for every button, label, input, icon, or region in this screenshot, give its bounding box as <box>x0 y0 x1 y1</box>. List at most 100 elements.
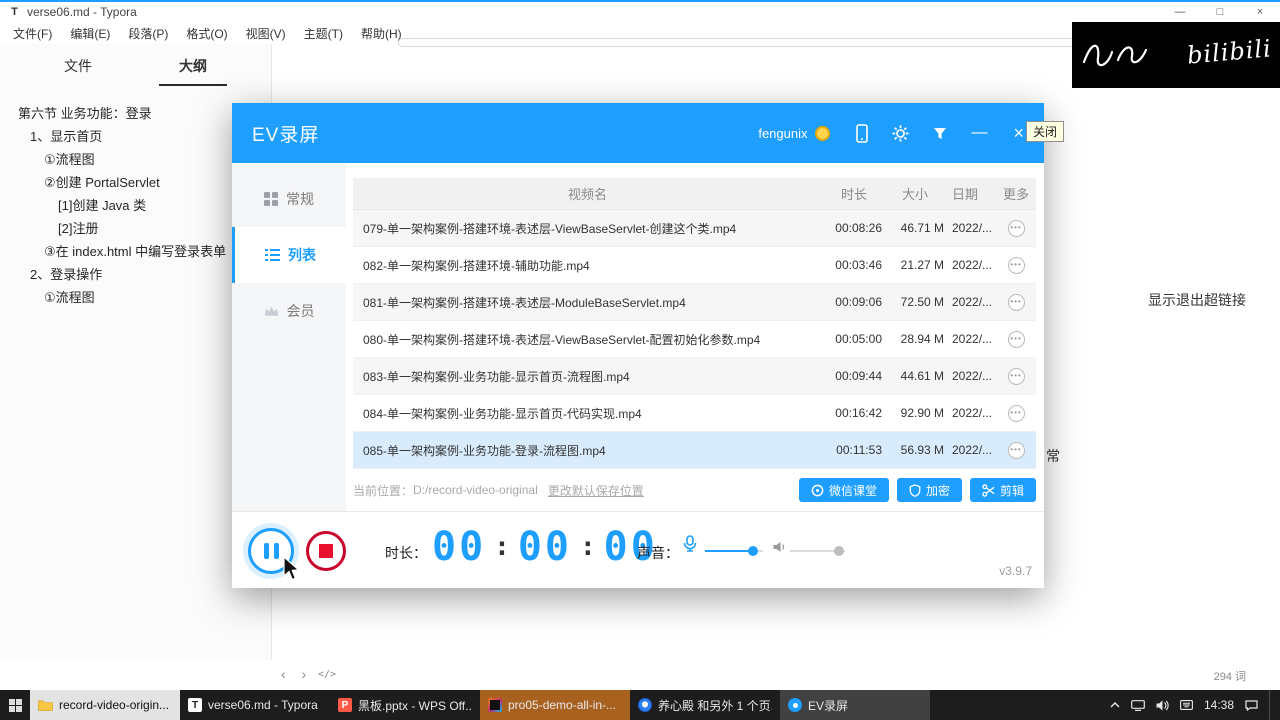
nav-item-member[interactable]: 会员 <box>232 283 346 339</box>
ev-minimize-icon[interactable]: — <box>971 125 987 141</box>
change-location-link[interactable]: 更改默认保存位置 <box>548 482 644 499</box>
outline-item[interactable]: ①流程图 <box>0 286 271 309</box>
speaker-icon[interactable] <box>773 540 786 558</box>
video-date: 2022/... <box>952 332 993 346</box>
sidebar-tabs: 文件 大纲 <box>0 44 271 88</box>
chevron-up-icon[interactable] <box>1110 702 1120 708</box>
col-name-header[interactable]: 视频名 <box>353 184 822 203</box>
outline-item[interactable]: 1、显示首页 <box>0 125 271 148</box>
table-row[interactable]: 084-单一架构案例-业务功能-显示首页-代码实现.mp4 00:16:42 9… <box>353 395 1036 432</box>
intellij-icon <box>488 698 502 712</box>
outline-item[interactable]: [2]注册 <box>0 217 271 240</box>
outline-item[interactable]: ①流程图 <box>0 148 271 171</box>
taskbar-item-ev[interactable]: EV录屏 <box>780 690 930 720</box>
wechat-class-button[interactable]: 微信课堂 <box>798 478 889 502</box>
wps-icon: P <box>338 698 352 712</box>
source-code-mode-icon[interactable]: </> <box>318 669 336 680</box>
table-row[interactable]: 079-单一架构案例-搭建环境-表述层-ViewBaseServlet-创建这个… <box>353 210 1036 247</box>
video-date: 2022/... <box>952 443 993 457</box>
row-more-button[interactable] <box>1007 219 1025 237</box>
video-size: 72.50 M <box>900 295 944 309</box>
col-date-header[interactable]: 日期 <box>944 184 996 203</box>
display-icon[interactable] <box>1131 699 1145 711</box>
row-more-button[interactable] <box>1007 256 1025 274</box>
tab-files[interactable]: 文件 <box>40 56 116 76</box>
timer-colon: : <box>494 532 510 562</box>
menu-paragraph[interactable]: 段落(P) <box>119 25 177 42</box>
table-row[interactable]: 082-单一架构案例-搭建环境-辅助功能.mp4 00:03:46 21.27 … <box>353 247 1036 284</box>
col-duration-header[interactable]: 时长 <box>822 184 886 203</box>
ev-close-icon[interactable]: × <box>1013 124 1024 142</box>
row-more-button[interactable] <box>1007 367 1025 385</box>
menu-file[interactable]: 文件(F) <box>4 25 61 42</box>
outline-item[interactable]: ②创建 PortalServlet <box>0 171 271 194</box>
clock[interactable]: 14:38 <box>1204 698 1234 712</box>
outline-item[interactable]: ③在 index.html 中编写登录表单 <box>0 240 271 263</box>
minimize-icon[interactable]: — <box>1160 2 1200 22</box>
filter-menu-icon[interactable] <box>933 127 947 140</box>
mic-slider-knob[interactable] <box>748 546 758 556</box>
close-icon[interactable]: × <box>1240 2 1280 22</box>
stop-button[interactable] <box>306 531 346 571</box>
volume-icon[interactable] <box>1156 700 1169 711</box>
taskbar-item-typora[interactable]: T verse06.md - Typora <box>180 690 330 720</box>
microphone-icon[interactable] <box>682 535 698 558</box>
menu-view[interactable]: 视图(V) <box>237 25 295 42</box>
outline-item[interactable]: [1]创建 Java 类 <box>0 194 271 217</box>
nav-item-general[interactable]: 常规 <box>232 171 346 227</box>
speaker-slider-knob[interactable] <box>834 546 844 556</box>
video-size: 21.27 M <box>900 258 944 272</box>
table-row[interactable]: 083-单一架构案例-业务功能-显示首页-流程图.mp4 00:09:44 44… <box>353 358 1036 395</box>
video-name: 085-单一架构案例-业务功能-登录-流程图.mp4 <box>363 443 606 458</box>
coin-avatar-icon[interactable] <box>815 125 831 141</box>
menu-theme[interactable]: 主题(T) <box>295 25 352 42</box>
row-more-button[interactable] <box>1007 330 1025 348</box>
start-button[interactable] <box>0 690 30 720</box>
row-more-button[interactable] <box>1007 441 1025 459</box>
history-nav-icons[interactable]: ‹ › <box>281 666 312 682</box>
maximize-icon[interactable]: □ <box>1200 2 1240 22</box>
taskbar-item-label: pro05-demo-all-in-... <box>508 698 617 712</box>
taskbar-item-browser[interactable]: 养心殿 和另外 1 个页... <box>630 690 780 720</box>
table-row[interactable]: 081-单一架构案例-搭建环境-表述层-ModuleBaseServlet.mp… <box>353 284 1036 321</box>
ev-titlebar[interactable]: EV录屏 fengunix — × <box>232 103 1044 163</box>
taskbar-item-idea[interactable]: pro05-demo-all-in-... <box>480 690 630 720</box>
menu-edit[interactable]: 编辑(E) <box>61 25 119 42</box>
col-more-header[interactable]: 更多 <box>996 184 1036 203</box>
show-desktop-button[interactable] <box>1269 690 1274 720</box>
encrypt-button[interactable]: 加密 <box>896 478 962 502</box>
keyboard-ime-icon[interactable] <box>1180 700 1193 710</box>
video-size: 56.93 M <box>900 443 944 457</box>
taskbar-item-wps[interactable]: P 黑板.pptx - WPS Off... <box>330 690 480 720</box>
table-row-selected[interactable]: 085-单一架构案例-业务功能-登录-流程图.mp4 00:11:53 56.9… <box>353 432 1036 469</box>
taskbar-item-explorer[interactable]: record-video-origin... <box>30 690 180 720</box>
list-icon <box>265 249 280 261</box>
video-size: 46.71 M <box>900 221 944 235</box>
clip-button[interactable]: 剪辑 <box>969 478 1036 502</box>
nav-item-list[interactable]: 列表 <box>232 227 346 283</box>
row-more-button[interactable] <box>1007 404 1025 422</box>
tab-outline[interactable]: 大纲 <box>155 56 231 86</box>
word-count: 294 词 <box>1213 671 1246 683</box>
action-center-icon[interactable] <box>1245 699 1258 711</box>
document-block-edge <box>398 38 1140 47</box>
outline-item[interactable]: 第六节 业务功能：登录 <box>0 102 271 125</box>
video-name: 083-单一架构案例-业务功能-显示首页-流程图.mp4 <box>363 369 630 384</box>
col-size-header[interactable]: 大小 <box>886 184 944 203</box>
settings-gear-icon[interactable] <box>892 124 910 142</box>
speaker-volume-slider[interactable] <box>790 546 845 556</box>
outline-item[interactable]: 2、登录操作 <box>0 263 271 286</box>
menu-format[interactable]: 格式(O) <box>177 25 236 42</box>
video-duration: 00:16:42 <box>835 406 882 420</box>
row-more-button[interactable] <box>1007 293 1025 311</box>
username-label[interactable]: fengunix <box>758 126 807 141</box>
button-label: 微信课堂 <box>828 483 877 498</box>
duration-label: 时长： <box>385 545 427 561</box>
typora-window-title: verse06.md - Typora <box>27 5 137 19</box>
windows-logo-icon <box>8 698 22 712</box>
table-row[interactable]: 080-单一架构案例-搭建环境-表述层-ViewBaseServlet-配置初始… <box>353 321 1036 358</box>
taskbar-item-label: record-video-origin... <box>59 698 170 712</box>
mic-volume-slider[interactable] <box>705 546 763 556</box>
mobile-phone-icon[interactable] <box>856 123 869 143</box>
wechat-class-icon <box>811 484 824 496</box>
